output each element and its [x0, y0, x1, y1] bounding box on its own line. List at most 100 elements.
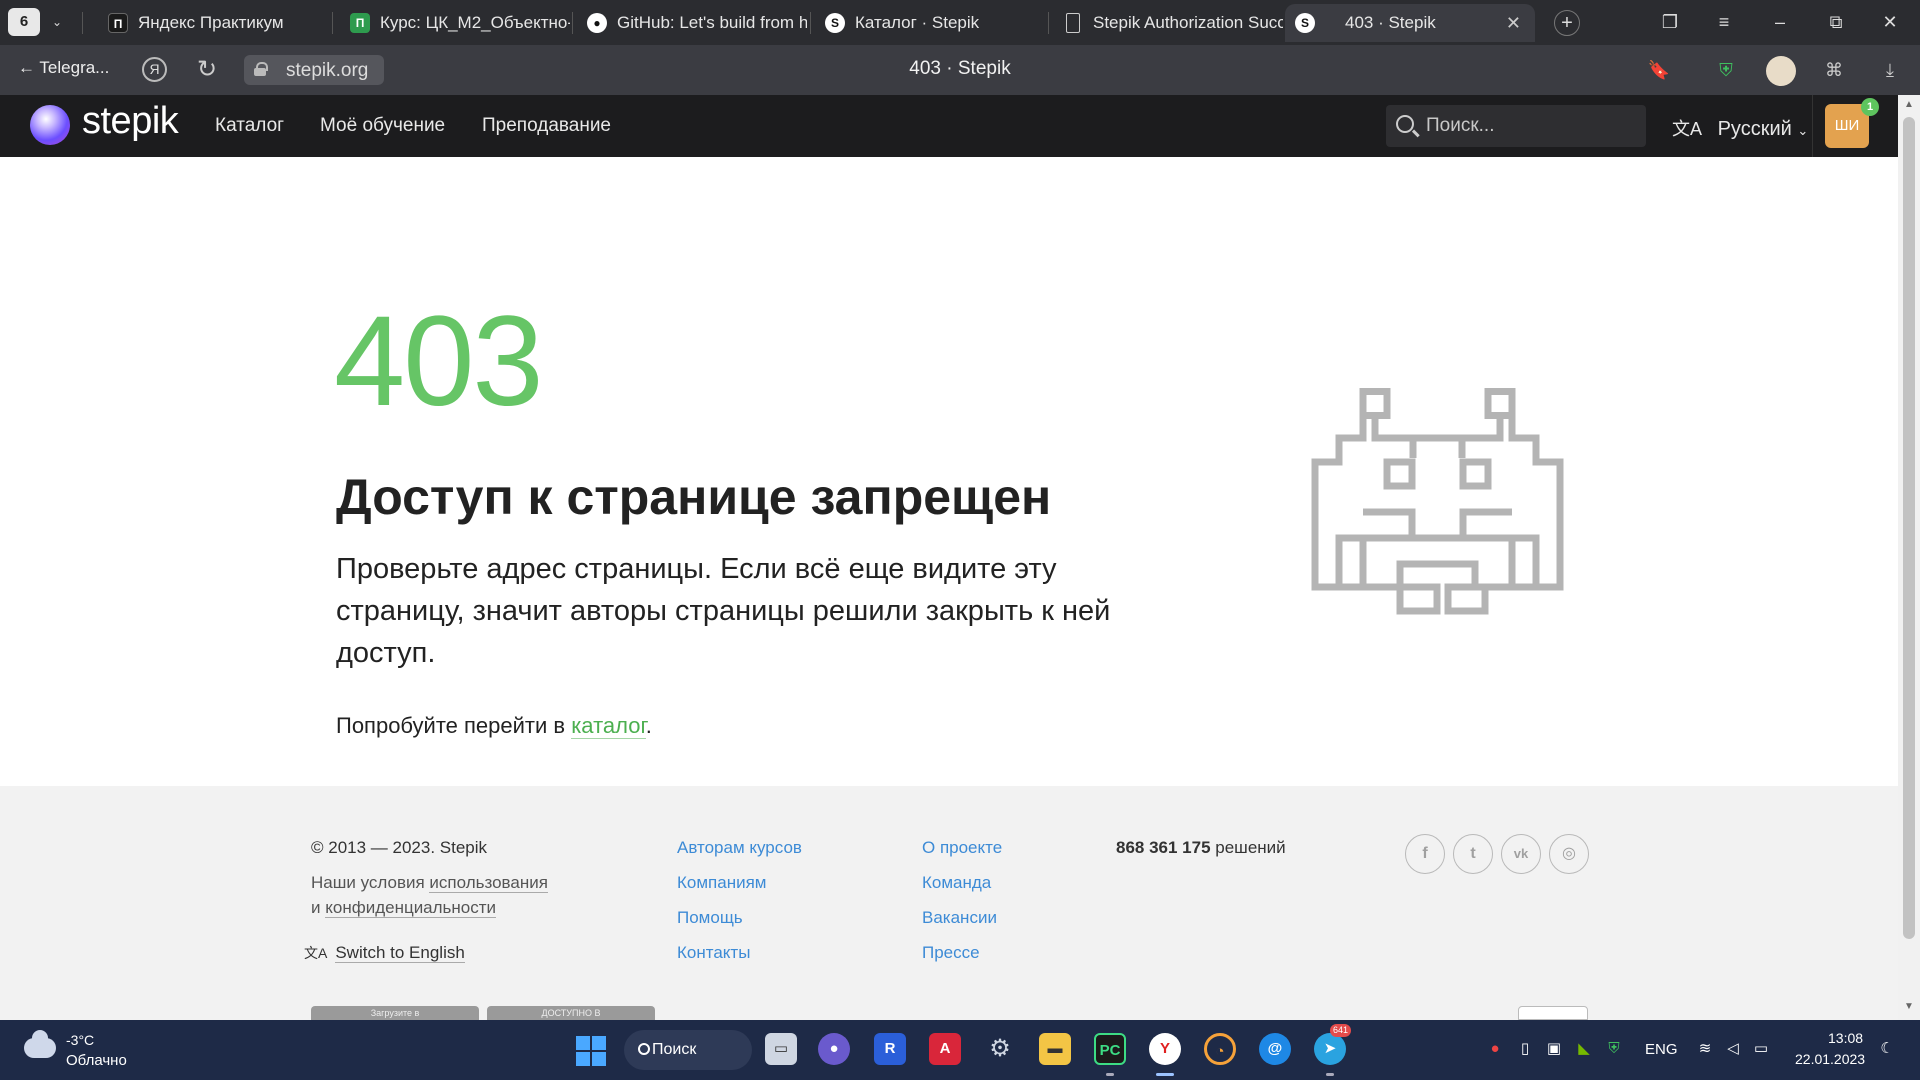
minimize-button[interactable]: ‒	[1762, 6, 1798, 38]
footer-link-about[interactable]: О проекте	[922, 838, 1002, 858]
nav-teaching[interactable]: Преподавание	[482, 115, 611, 137]
shield-icon[interactable]: ⛨	[1605, 1040, 1623, 1058]
profile-avatar-icon[interactable]	[1766, 56, 1796, 86]
partner-badge[interactable]	[1518, 1006, 1588, 1020]
tray-image-icon[interactable]: ▣	[1545, 1040, 1563, 1058]
google-play-badge[interactable]: ДОСТУПНО В	[487, 1006, 655, 1020]
protect-shield-icon[interactable]: ⛨	[1712, 56, 1740, 84]
error-hint: Попробуйте перейти в каталог.	[336, 713, 652, 739]
address-bar: ← Telegra... Я ↻ stepik.org 403 · Stepik…	[0, 45, 1920, 95]
restore-button[interactable]: ⧉	[1818, 6, 1854, 38]
menu-icon[interactable]: ≡	[1706, 6, 1742, 38]
tab-separator	[572, 12, 573, 34]
translate-icon: 文A	[1672, 119, 1703, 139]
weather-condition[interactable]: Облачно	[66, 1052, 127, 1069]
battery-icon[interactable]: ▭	[1752, 1040, 1770, 1058]
autocad-icon[interactable]: A	[929, 1033, 961, 1065]
tab-403-stepik-active[interactable]: S 403 · Stepik ✕	[1285, 4, 1535, 42]
clock-date[interactable]: 22.01.2023	[1795, 1051, 1865, 1067]
stepik-logo-icon[interactable]	[30, 105, 70, 145]
translate-icon: 文A	[304, 945, 328, 961]
wifi-icon[interactable]: ≋	[1696, 1040, 1714, 1058]
footer-link-authors[interactable]: Авторам курсов	[677, 838, 802, 858]
settings-gear-icon[interactable]: ⚙	[984, 1033, 1016, 1065]
download-icon[interactable]: ⤓	[1876, 56, 1904, 84]
tray-app-icon[interactable]: ●	[1486, 1040, 1504, 1058]
extensions-icon[interactable]: ⌘	[1820, 56, 1848, 84]
weather-temperature[interactable]: -3°C	[66, 1032, 94, 1048]
scroll-thumb[interactable]	[1903, 117, 1915, 939]
taskbar-search-button[interactable]: Поиск	[624, 1030, 752, 1070]
terms-usage-link[interactable]: использования	[429, 873, 548, 893]
error-title: Доступ к странице запрещен	[336, 469, 1052, 525]
search-icon	[638, 1043, 650, 1055]
tab-stepik-auth[interactable]: Stepik Authorization Success	[1053, 4, 1283, 42]
footer-link-press[interactable]: Прессе	[922, 943, 980, 963]
footer-link-vacancies[interactable]: Вакансии	[922, 908, 997, 928]
tab-separator	[82, 12, 83, 34]
tab-course[interactable]: П Курс: ЦК_М2_Объектно-	[340, 4, 570, 42]
volume-icon[interactable]: ◁	[1724, 1040, 1742, 1058]
telegram-icon[interactable]: ➤	[1314, 1033, 1346, 1065]
switch-to-english-link[interactable]: 文A Switch to English	[304, 943, 465, 963]
tab-github[interactable]: ● GitHub: Let's build from here	[577, 4, 807, 42]
tab-stepik-catalog[interactable]: S Каталог · Stepik	[815, 4, 1045, 42]
mail-at-icon[interactable]: @	[1259, 1033, 1291, 1065]
page-title: 403 · Stepik	[909, 58, 1011, 79]
notification-badge: 1	[1861, 98, 1879, 116]
moon-icon[interactable]: ☾	[1878, 1040, 1896, 1058]
twitter-icon[interactable]: t	[1453, 834, 1493, 874]
close-icon[interactable]: ✕	[1506, 4, 1521, 42]
language-selector[interactable]: 文A Русский ⌄	[1672, 115, 1808, 141]
close-window-button[interactable]: ✕	[1872, 6, 1908, 38]
bookmark-icon[interactable]: 🔖	[1645, 56, 1673, 84]
footer-link-help[interactable]: Помощь	[677, 908, 743, 928]
app-store-badge[interactable]: Загрузите в	[311, 1006, 479, 1020]
chevron-down-icon: ⌄	[1797, 123, 1809, 138]
search-input[interactable]	[1426, 113, 1636, 139]
tab-title: Каталог · Stepik	[855, 13, 980, 32]
tab-separator	[1048, 12, 1049, 34]
cloud-icon[interactable]	[24, 1030, 56, 1058]
stepik-logo-text[interactable]: stepik	[82, 100, 179, 143]
new-tab-button[interactable]: +	[1554, 10, 1580, 36]
usb-icon[interactable]: ▯	[1516, 1040, 1534, 1058]
pycharm-icon[interactable]: PC	[1094, 1033, 1126, 1065]
collections-icon[interactable]: ❐	[1652, 6, 1688, 38]
page-scrollbar[interactable]: ▲ ▼	[1898, 95, 1920, 1020]
yandex-music-icon[interactable]: ◔	[1204, 1033, 1236, 1065]
error-code: 403	[334, 290, 544, 433]
footer-link-contacts[interactable]: Контакты	[677, 943, 750, 963]
instagram-icon[interactable]: ◎	[1549, 834, 1589, 874]
windows-start-icon[interactable]	[576, 1036, 606, 1066]
nav-catalog[interactable]: Каталог	[215, 115, 284, 137]
footer-terms-line2: и конфиденциальности	[311, 898, 497, 918]
nav-my-learning[interactable]: Моё обучение	[320, 115, 445, 137]
terms-privacy-link[interactable]: конфиденциальности	[325, 898, 497, 918]
tab-yandex-practicum[interactable]: П Яндекс Практикум	[98, 4, 328, 42]
task-view-icon[interactable]: ▭	[765, 1033, 797, 1065]
tab-title: Яндекс Практикум	[138, 13, 284, 32]
facebook-icon[interactable]: f	[1405, 834, 1445, 874]
footer-link-team[interactable]: Команда	[922, 873, 991, 893]
tab-count-button[interactable]: 6	[8, 8, 40, 36]
file-explorer-icon[interactable]: ▬	[1039, 1033, 1071, 1065]
nvidia-icon[interactable]: ◣	[1575, 1040, 1593, 1058]
stepik-icon: S	[825, 13, 845, 33]
terms-and: и	[311, 898, 326, 917]
scroll-up-arrow-icon[interactable]: ▲	[1898, 99, 1920, 110]
vk-icon[interactable]: vk	[1501, 834, 1541, 874]
footer-terms-line1: Наши условия использования	[311, 873, 548, 893]
footer-link-companies[interactable]: Компаниям	[677, 873, 766, 893]
scroll-down-arrow-icon[interactable]: ▼	[1898, 1001, 1920, 1012]
hint-prefix: Попробуйте перейти в	[336, 713, 572, 738]
tab-title: Курс: ЦК_М2_Объектно-	[380, 13, 570, 32]
input-language[interactable]: ENG	[1645, 1041, 1678, 1058]
chevron-down-icon[interactable]: ⌄	[44, 8, 70, 36]
catalog-link[interactable]: каталог	[571, 713, 646, 739]
teams-chat-icon[interactable]: ●	[818, 1033, 850, 1065]
search-box	[1386, 105, 1646, 147]
rutube-icon[interactable]: R	[874, 1033, 906, 1065]
clock-time[interactable]: 13:08	[1828, 1030, 1863, 1046]
yandex-browser-icon[interactable]: Y	[1149, 1033, 1181, 1065]
